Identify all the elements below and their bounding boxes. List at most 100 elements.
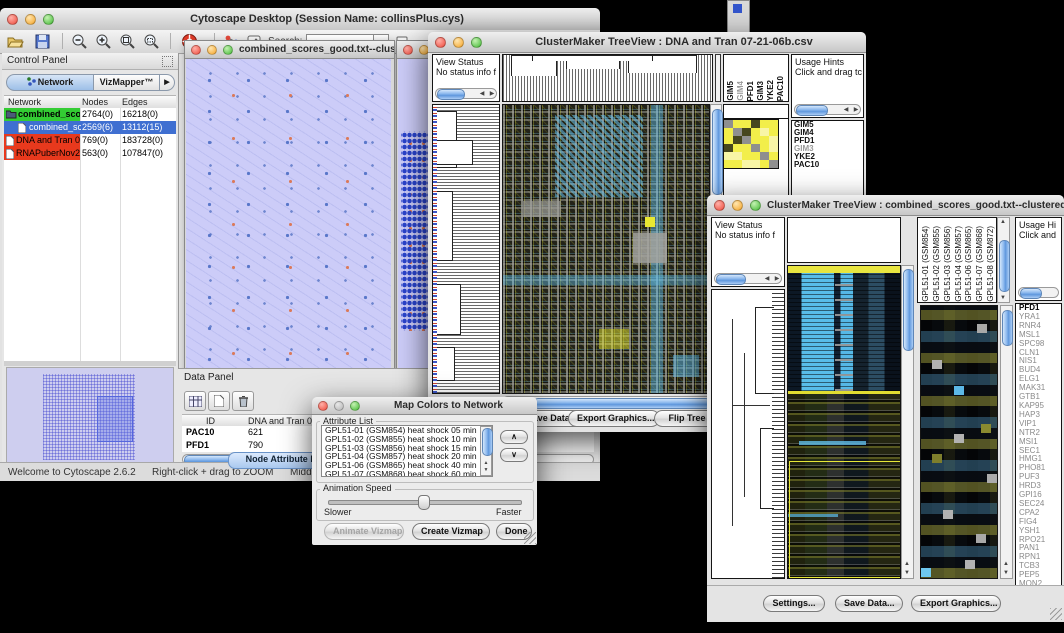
tv1-column-dendrogram[interactable] bbox=[502, 54, 713, 102]
minimize-button[interactable] bbox=[732, 200, 743, 211]
scrollbar-thumb[interactable] bbox=[716, 274, 746, 285]
save-icon[interactable] bbox=[33, 33, 52, 50]
scrollbar-thumb[interactable] bbox=[903, 269, 914, 351]
tv2-export-graphics-button[interactable]: Export Graphics... bbox=[911, 595, 1001, 612]
scrollbar-thumb[interactable] bbox=[1020, 288, 1042, 299]
attribute-move-down-button[interactable]: ∨ bbox=[500, 448, 528, 462]
scrollbar-thumb[interactable] bbox=[533, 398, 711, 409]
tv2-row-dendrogram[interactable] bbox=[711, 289, 785, 579]
network-canvas[interactable] bbox=[186, 59, 391, 368]
zoom-button[interactable] bbox=[750, 200, 761, 211]
data-row-id[interactable]: PAC10 bbox=[186, 426, 242, 439]
open-file-icon[interactable] bbox=[6, 33, 25, 50]
attribute-select-icon[interactable] bbox=[184, 391, 206, 411]
close-button[interactable] bbox=[435, 37, 446, 48]
scroll-up-arrow[interactable]: ▲ bbox=[1001, 561, 1011, 567]
zoom-button[interactable] bbox=[471, 37, 482, 48]
treeview2-title-bar[interactable]: ClusterMaker TreeView : combined_scores_… bbox=[707, 195, 1064, 216]
zoom-button[interactable] bbox=[350, 401, 360, 411]
tv2-hints-scrollbar[interactable] bbox=[1018, 287, 1059, 298]
zoom-selected-icon[interactable] bbox=[142, 33, 161, 50]
scroll-right-arrow[interactable]: ▶ bbox=[487, 91, 497, 97]
heatmap-selection-rect[interactable] bbox=[789, 461, 901, 578]
main-title-bar[interactable]: Cytoscape Desktop (Session Name: collins… bbox=[0, 8, 600, 31]
close-button[interactable] bbox=[7, 14, 18, 25]
scroll-up-arrow[interactable]: ▲ bbox=[481, 460, 491, 466]
zoom-fit-icon[interactable] bbox=[118, 33, 137, 50]
attribute-item[interactable]: GPL51-07 (GSM868) heat shock 60 min bbox=[322, 470, 492, 477]
tab-network[interactable]: Network bbox=[6, 74, 94, 91]
animation-slider-thumb[interactable] bbox=[418, 495, 430, 510]
tv2-zoom-heatmap[interactable] bbox=[920, 305, 998, 579]
tv1-column-labels-panel[interactable]: GIM5GIM4PFD1GIM3YKE2PAC10 bbox=[723, 54, 789, 102]
network-view-title-bar[interactable]: combined_scores_good.txt--cluste... bbox=[185, 41, 394, 59]
table-row[interactable]: combined_scores_ 2764(0) 16218(0) bbox=[4, 108, 176, 121]
delete-attribute-icon[interactable] bbox=[232, 391, 254, 411]
overview-viewport-rect[interactable] bbox=[97, 396, 133, 442]
dialog-resize-grip[interactable] bbox=[524, 532, 536, 544]
attribute-list-scrollbar[interactable]: ▲ ▼ bbox=[480, 426, 492, 476]
table-row-selected[interactable]: combined_sco 2569(6) 13112(15) bbox=[4, 121, 176, 134]
scrollbar-thumb[interactable] bbox=[999, 240, 1010, 292]
scrollbar-thumb[interactable] bbox=[482, 428, 493, 456]
network-overview-panel[interactable] bbox=[6, 367, 174, 467]
scroll-down-arrow[interactable]: ▼ bbox=[902, 570, 912, 576]
tv2-zoom-vscrollbar[interactable]: ▲ ▼ bbox=[1000, 305, 1013, 579]
panel-splitter[interactable] bbox=[4, 361, 176, 366]
zoom-button[interactable] bbox=[43, 14, 54, 25]
tv1-heatmap[interactable] bbox=[502, 104, 710, 394]
scroll-down-arrow[interactable]: ▼ bbox=[998, 295, 1008, 301]
zoom-button[interactable] bbox=[223, 45, 233, 55]
scroll-left-arrow[interactable]: ◀ bbox=[841, 107, 851, 113]
treeview1-title-bar[interactable]: ClusterMaker TreeView : DNA and Tran 07-… bbox=[428, 32, 866, 53]
scroll-down-arrow[interactable]: ▼ bbox=[481, 467, 491, 473]
create-vizmap-button[interactable]: Create Vizmap bbox=[412, 523, 490, 540]
tab-overflow-button[interactable]: ▶ bbox=[160, 74, 175, 91]
close-button[interactable] bbox=[191, 45, 201, 55]
scrollbar-thumb[interactable] bbox=[437, 89, 465, 100]
scrollbar-thumb[interactable] bbox=[1002, 310, 1013, 346]
window-resize-grip[interactable] bbox=[1050, 608, 1062, 620]
animate-vizmap-button[interactable]: Animate Vizmap bbox=[324, 523, 404, 540]
attribute-list[interactable]: GPL51-01 (GSM854) heat shock 05 minGPL51… bbox=[321, 425, 493, 477]
tv2-heatmap-vscrollbar[interactable]: ▲ ▼ bbox=[901, 265, 914, 579]
tv2-gene-list-panel[interactable]: PFD1YRA1RNR4MSL1SPC98CLN1NIS1BUD4ELG1MAK… bbox=[1015, 303, 1062, 593]
zoom-out-icon[interactable] bbox=[70, 33, 89, 50]
tab-vizmapper[interactable]: VizMapper™ bbox=[94, 74, 160, 91]
tv1-col-scroll-strip[interactable] bbox=[715, 54, 721, 102]
scroll-up-arrow[interactable]: ▲ bbox=[998, 219, 1008, 225]
scroll-left-arrow[interactable]: ◀ bbox=[477, 91, 487, 97]
scroll-right-arrow[interactable]: ▶ bbox=[851, 107, 861, 113]
zoom-in-icon[interactable] bbox=[94, 33, 113, 50]
tv1-row-dendrogram[interactable] bbox=[432, 104, 500, 394]
minimize-button[interactable] bbox=[453, 37, 464, 48]
table-row[interactable]: RNAPuberNov2+ 563(0) 107847(0) bbox=[4, 147, 176, 160]
minimize-button[interactable] bbox=[25, 14, 36, 25]
close-button[interactable] bbox=[714, 200, 725, 211]
tv1-status-scrollbar[interactable]: ◀ ▶ bbox=[435, 88, 497, 99]
tv1-export-graphics-button[interactable]: Export Graphics... bbox=[568, 410, 660, 427]
tv2-save-data-button[interactable]: Save Data... bbox=[835, 595, 903, 612]
tv2-status-scrollbar[interactable]: ◀ ▶ bbox=[714, 273, 782, 284]
attribute-move-up-button[interactable]: ∧ bbox=[500, 430, 528, 444]
minimize-button[interactable] bbox=[207, 45, 217, 55]
data-row-id[interactable]: PFD1 bbox=[186, 439, 242, 452]
float-panel-icon[interactable] bbox=[162, 56, 173, 67]
tv2-column-labels-panel[interactable]: GPL51-01 (GSM854)GPL51-02 (GSM855)GPL51-… bbox=[917, 217, 997, 303]
tv1-hints-scrollbar[interactable]: ◀ ▶ bbox=[794, 104, 861, 115]
scroll-left-arrow[interactable]: ◀ bbox=[762, 276, 772, 282]
scroll-down-arrow[interactable]: ▼ bbox=[1001, 570, 1011, 576]
tv2-heatmap[interactable] bbox=[787, 265, 901, 579]
new-attribute-icon[interactable] bbox=[208, 391, 230, 411]
close-button[interactable] bbox=[403, 45, 413, 55]
tv1-zoom-heatmap[interactable] bbox=[723, 119, 779, 169]
table-row[interactable]: DNA and Tran 07 769(0) 183728(0) bbox=[4, 134, 176, 147]
tv2-collabel-scrollbar[interactable]: ▲ ▼ bbox=[997, 217, 1010, 303]
scroll-right-arrow[interactable]: ▶ bbox=[772, 276, 782, 282]
scroll-up-arrow[interactable]: ▲ bbox=[902, 561, 912, 567]
scrollbar-thumb[interactable] bbox=[712, 109, 723, 195]
tv2-settings-button[interactable]: Settings... bbox=[763, 595, 825, 612]
dialog-title-bar[interactable]: Map Colors to Network bbox=[312, 397, 537, 415]
scrollbar-thumb[interactable] bbox=[796, 105, 828, 116]
close-button[interactable] bbox=[318, 401, 328, 411]
